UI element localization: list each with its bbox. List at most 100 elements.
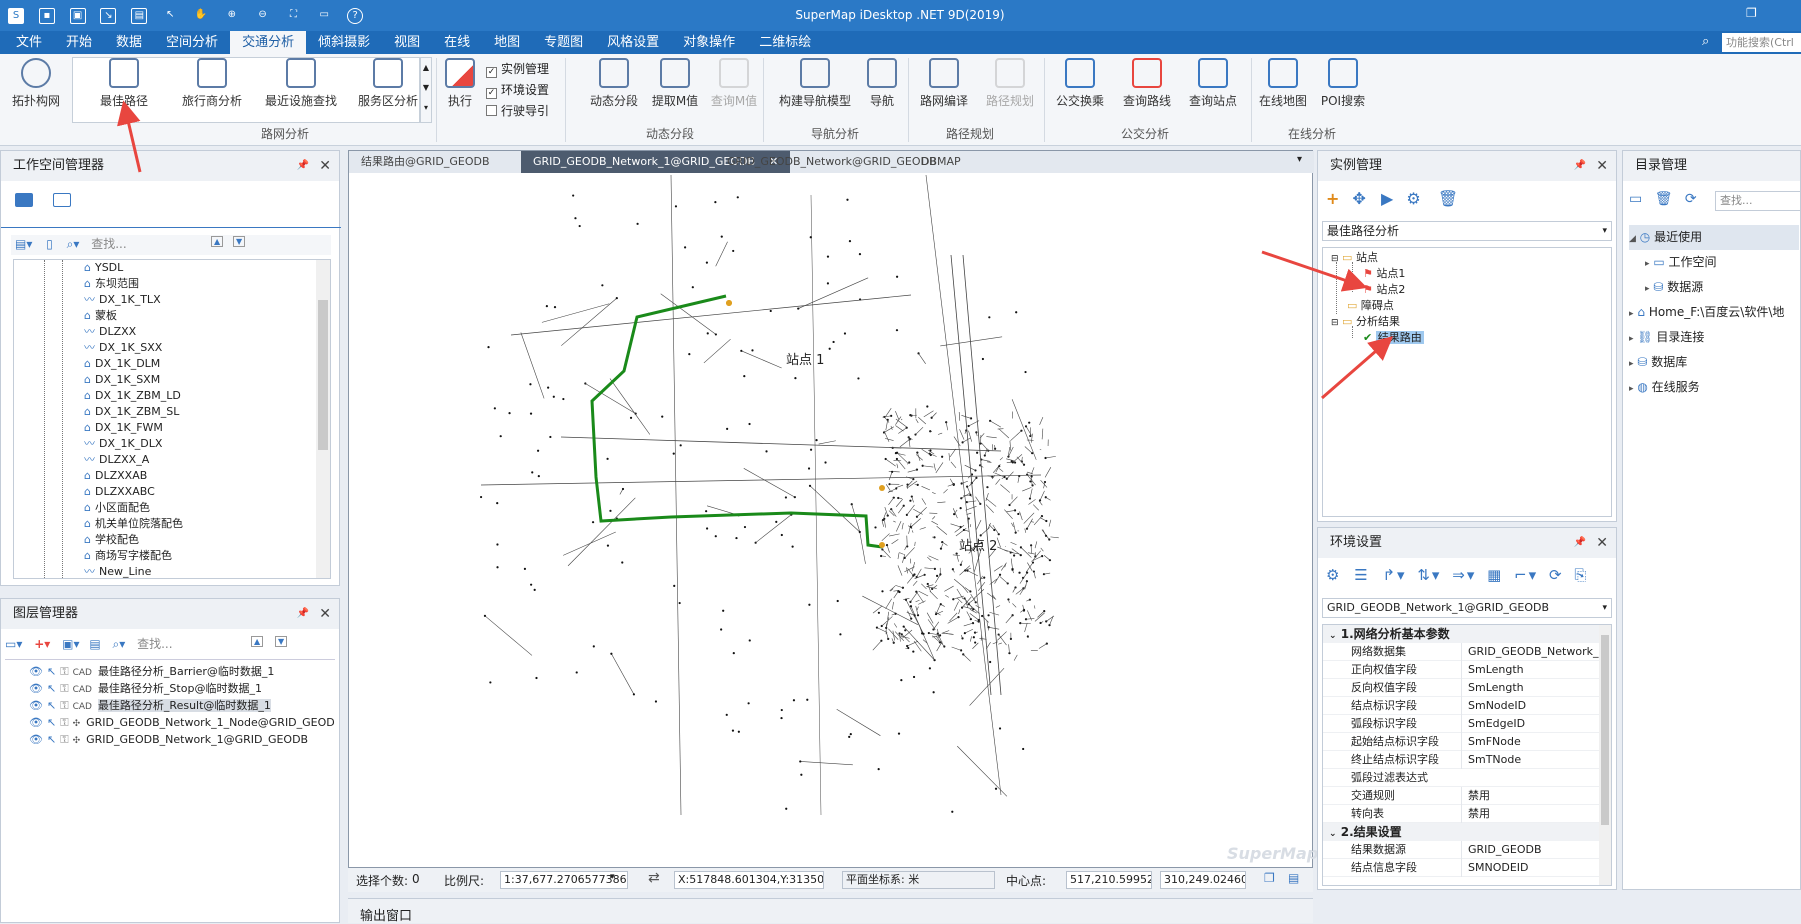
workspace-search-input[interactable]: 查找... [91, 237, 126, 251]
export-icon[interactable]: ⎘ [1574, 566, 1588, 584]
pin-icon[interactable]: 📌 [1574, 151, 1586, 181]
property-value[interactable]: SmLength [1461, 679, 1611, 697]
new-folder-icon[interactable]: ▭ [1629, 191, 1642, 207]
map-tab-3[interactable]: DBMAP [909, 151, 973, 173]
tab-list-icon[interactable]: ▾ [1297, 154, 1302, 165]
transit-button-0[interactable]: 公交换乘 [1050, 58, 1110, 109]
lock-icon[interactable]: ⚿ [60, 665, 68, 678]
property-row[interactable]: 结点信息字段SMNODEID [1323, 859, 1612, 877]
swap-icon[interactable]: ⇄ [648, 870, 660, 886]
search-icon[interactable]: ⌕▾ [112, 637, 125, 651]
property-row[interactable]: 弧段标识字段SmEdgeID [1323, 715, 1612, 733]
workspace-item[interactable]: ⌂DLZXXABC [84, 484, 183, 500]
chevron-right-icon[interactable]: ▸ [1645, 259, 1650, 269]
workspace-item[interactable]: ⌂东坝范围 [84, 276, 183, 292]
route-node[interactable]: ✔ 结果路由 [1363, 330, 1424, 346]
network-button-3[interactable]: 服务区分析 [348, 58, 428, 109]
property-value[interactable]: SmEdgeID [1461, 715, 1611, 733]
sort-icon[interactable]: ⇅▾ [1417, 566, 1441, 584]
menu-0[interactable]: 文件 [4, 31, 54, 54]
close-icon[interactable]: ✕ [319, 599, 331, 629]
execute-button[interactable]: 执行 [440, 58, 480, 109]
up-icon[interactable]: ▲ [211, 236, 223, 247]
workspace-scrollbar[interactable] [316, 260, 330, 578]
eye-icon[interactable]: 👁 [29, 699, 43, 712]
layer-style-icon[interactable]: ▣▾ [62, 637, 79, 651]
transit-button-1[interactable]: 查询路线 [1116, 58, 1178, 109]
online-button-1[interactable]: POI搜索 [1318, 58, 1368, 109]
check-2[interactable]: 行驶导引 [486, 102, 549, 119]
path-button-0[interactable]: 路网编译 [914, 58, 974, 109]
settings-icon[interactable]: ⚙ [1326, 566, 1341, 584]
map-tab-0[interactable]: 结果路由@GRID_GEODB [349, 151, 502, 173]
catalog-item[interactable]: ▸ ⛁ 数据源 [1629, 275, 1799, 300]
view-icon[interactable]: ▤▾ [15, 237, 32, 251]
workspace-item[interactable]: ⌂机关单位院落配色 [84, 516, 183, 532]
workspace-item[interactable]: ⌂小区面配色 [84, 500, 183, 516]
select-icon[interactable]: ↖ [47, 665, 56, 678]
network-button-2[interactable]: 最近设施查找 [248, 58, 354, 109]
property-value[interactable]: SMNODEID [1461, 859, 1611, 877]
nav-button-1[interactable]: 导航 [862, 58, 902, 109]
move-icon[interactable]: ✥ [1353, 189, 1366, 208]
network-dropdown[interactable]: GRID_GEODB_Network_1@GRID_GEODB ▾ [1322, 598, 1612, 618]
select-icon[interactable]: ↖ [47, 699, 56, 712]
folder-icon[interactable]: ▭ [316, 8, 332, 24]
layer-search-input[interactable]: 查找... [137, 637, 172, 651]
workspace-item[interactable]: ⌂学校配色 [84, 532, 183, 548]
nav-button-0[interactable]: 构建导航模型 [770, 58, 860, 109]
help-icon[interactable]: ? [347, 8, 363, 24]
menu-12[interactable]: 二维标绘 [747, 31, 823, 54]
transit-button-2[interactable]: 查询站点 [1182, 58, 1244, 109]
save-icon[interactable]: ▪ [39, 8, 55, 24]
catalog-item[interactable]: ◢ ◷ 最近使用 [1629, 225, 1799, 250]
pan-icon[interactable]: ✋ [193, 8, 209, 24]
property-row[interactable]: 转向表禁用 [1323, 805, 1612, 823]
zoom-out-icon[interactable]: ⊖ [255, 8, 271, 24]
barriers-node[interactable]: ▭ 障碍点 [1347, 298, 1394, 314]
resource-tab-icon[interactable] [53, 193, 71, 210]
menu-8[interactable]: 地图 [482, 31, 532, 54]
layer-item[interactable]: 👁↖⚿CAD最佳路径分析_Barrier@临时数据_1 [7, 663, 337, 680]
menu-3[interactable]: 空间分析 [154, 31, 230, 54]
property-section[interactable]: ⌄ 1.网络分析基本参数 [1323, 625, 1612, 643]
collapse-icon[interactable]: ⌄ [1329, 631, 1337, 641]
property-row[interactable]: 结果数据源GRID_GEODB [1323, 841, 1612, 859]
results-node[interactable]: ⊟ ▭ 分析结果 [1331, 314, 1400, 330]
workspace-item[interactable]: 〰New_Line [84, 564, 183, 579]
workspace-tree-tab-icon[interactable] [15, 193, 33, 210]
workspace-item[interactable]: 〰DX_1K_DLX [84, 436, 183, 452]
workspace-item[interactable]: 〰DLZXX_A [84, 452, 183, 468]
copy-icon[interactable]: ❐ [1264, 871, 1275, 885]
workspace-item[interactable]: 〰DLZXX [84, 324, 183, 340]
property-value[interactable]: 禁用 [1461, 805, 1611, 823]
menu-10[interactable]: 风格设置 [595, 31, 671, 54]
map-canvas[interactable] [351, 175, 1311, 867]
print-icon[interactable]: ▤ [131, 8, 147, 24]
pin-icon[interactable]: 📌 [297, 151, 309, 181]
new-icon[interactable]: ▯ [46, 237, 53, 251]
lock-icon[interactable]: ⚿ [60, 716, 68, 729]
lock-icon[interactable]: ⚿ [60, 699, 68, 712]
property-value[interactable]: SmLength [1461, 661, 1611, 679]
open-workspace-icon[interactable]: ▣ [70, 8, 86, 24]
zoom-in-icon[interactable]: ⊕ [224, 8, 240, 24]
menu-2[interactable]: 数据 [104, 31, 154, 54]
workspace-item[interactable]: ⌂YSDL [84, 260, 183, 276]
delete-icon[interactable]: 🗑 [1438, 189, 1458, 208]
add-layer-icon[interactable]: +▾ [34, 637, 50, 651]
corner-icon[interactable]: ⌐▾ [1514, 566, 1538, 584]
select-icon[interactable]: ↖ [162, 8, 178, 24]
property-scrollbar[interactable] [1599, 625, 1611, 886]
down-icon[interactable]: ▼ [233, 236, 245, 247]
property-row[interactable]: 网络数据集GRID_GEODB_Network_1@ [1323, 643, 1612, 661]
workspace-item[interactable]: ⌂蒙板 [84, 308, 183, 324]
property-value[interactable]: GRID_GEODB [1461, 841, 1611, 859]
menu-6[interactable]: 视图 [382, 31, 432, 54]
select-icon[interactable]: ↖ [47, 682, 56, 695]
workspace-item[interactable]: ⌂DX_1K_DLM [84, 356, 183, 372]
menu-11[interactable]: 对象操作 [671, 31, 747, 54]
export-icon[interactable]: ↘ [100, 8, 116, 24]
delete-icon[interactable]: 🗑 [1655, 191, 1673, 207]
catalog-item[interactable]: ▸ ⌂ Home_F:\百度云\软件\地 [1629, 300, 1799, 325]
